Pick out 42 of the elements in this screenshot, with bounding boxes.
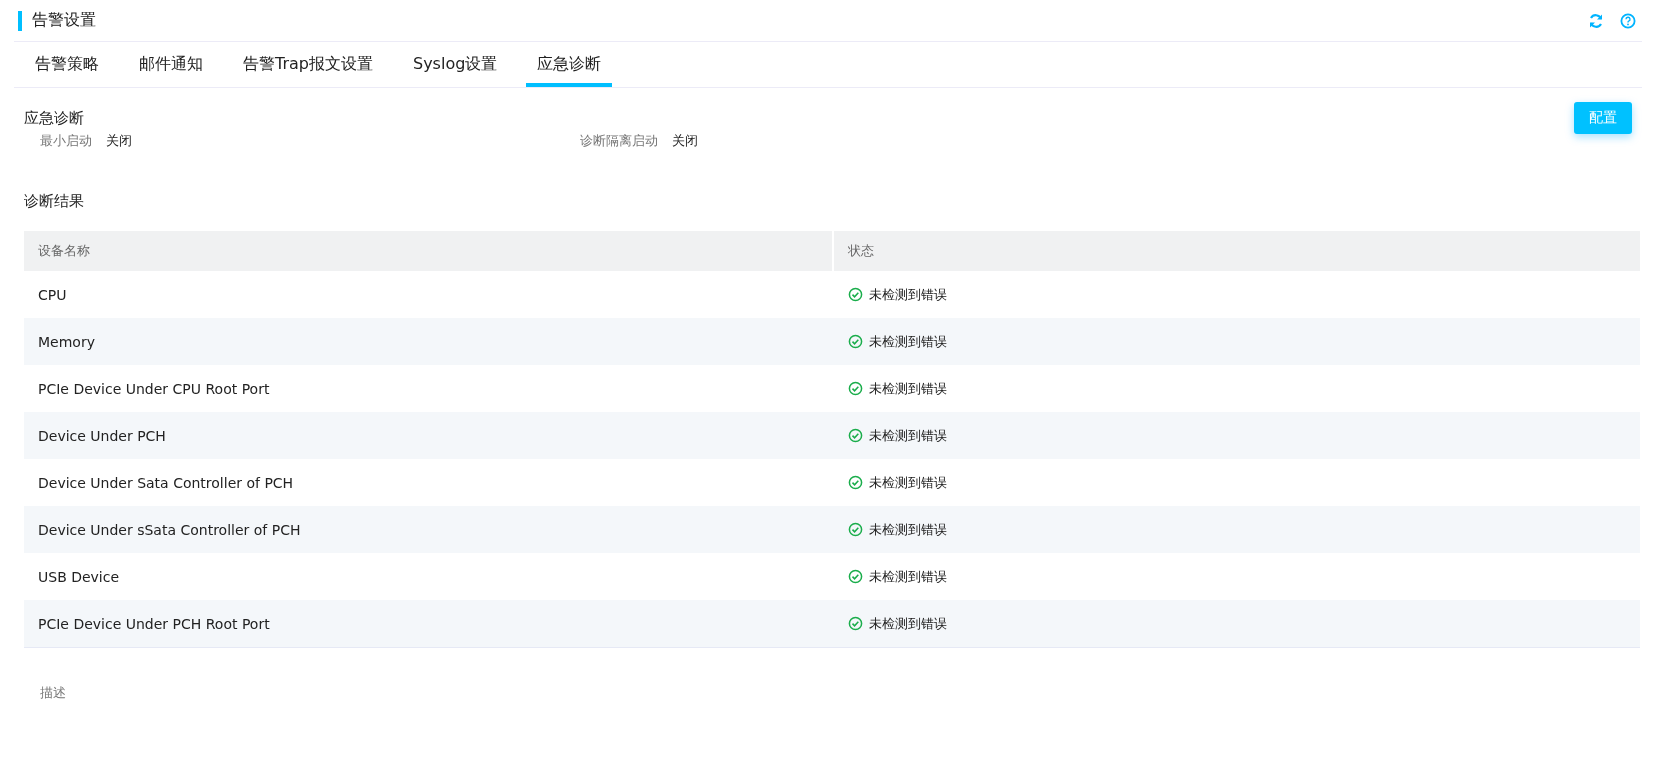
table-cell-text: Device Under PCH bbox=[37, 427, 167, 444]
check-circle-icon bbox=[848, 287, 863, 302]
section-title: 应急诊断 bbox=[24, 108, 84, 128]
check-circle-icon bbox=[848, 475, 863, 490]
status-text: 未检测到错误 bbox=[869, 285, 947, 304]
tab[interactable]: 告警Trap报文设置 bbox=[232, 42, 384, 87]
tab[interactable]: 告警策略 bbox=[24, 42, 110, 87]
refresh-icon[interactable] bbox=[1588, 12, 1604, 29]
check-circle-icon bbox=[848, 381, 863, 396]
status-text: 未检测到错误 bbox=[869, 567, 947, 586]
status-text: 未检测到错误 bbox=[869, 520, 947, 539]
table-cell-text: USB Device bbox=[37, 568, 121, 585]
check-circle-icon bbox=[848, 522, 863, 537]
check-circle-icon bbox=[848, 428, 863, 443]
title-accent-bar bbox=[18, 10, 22, 31]
tab[interactable]: Syslog设置 bbox=[401, 42, 509, 87]
status-text: 未检测到错误 bbox=[869, 426, 947, 445]
check-circle-icon bbox=[848, 334, 863, 349]
tab[interactable]: 邮件通知 bbox=[128, 42, 214, 87]
status-text: 未检测到错误 bbox=[869, 332, 947, 351]
table-cell-text: Device Under sSata Controller of PCH bbox=[37, 521, 302, 538]
column-header: 设备名称 bbox=[37, 242, 91, 260]
field-label: 诊断隔离启动 bbox=[580, 132, 658, 150]
tab[interactable]: 应急诊断 bbox=[526, 42, 613, 87]
table-cell-text: Device Under Sata Controller of PCH bbox=[37, 474, 295, 491]
status-text: 未检测到错误 bbox=[869, 379, 947, 398]
page-title: 告警设置 bbox=[32, 10, 96, 31]
help-icon[interactable] bbox=[1620, 12, 1636, 29]
section-title: 诊断结果 bbox=[23, 191, 85, 212]
table-cell-text: PCIe Device Under PCH Root Port bbox=[37, 615, 271, 632]
field-value: 关闭 bbox=[672, 132, 698, 150]
description-label: 描述 bbox=[39, 684, 67, 702]
field-label: 最小启动 bbox=[40, 132, 92, 150]
table-cell-text: PCIe Device Under CPU Root Port bbox=[37, 380, 271, 397]
check-circle-icon bbox=[848, 569, 863, 584]
check-circle-icon bbox=[848, 616, 863, 631]
status-text: 未检测到错误 bbox=[869, 614, 947, 633]
table-cell-text: Memory bbox=[37, 333, 96, 350]
table-cell-text: CPU bbox=[37, 286, 68, 303]
status-text: 未检测到错误 bbox=[869, 473, 947, 492]
field-value: 关闭 bbox=[106, 132, 132, 150]
column-header: 状态 bbox=[832, 231, 1640, 271]
